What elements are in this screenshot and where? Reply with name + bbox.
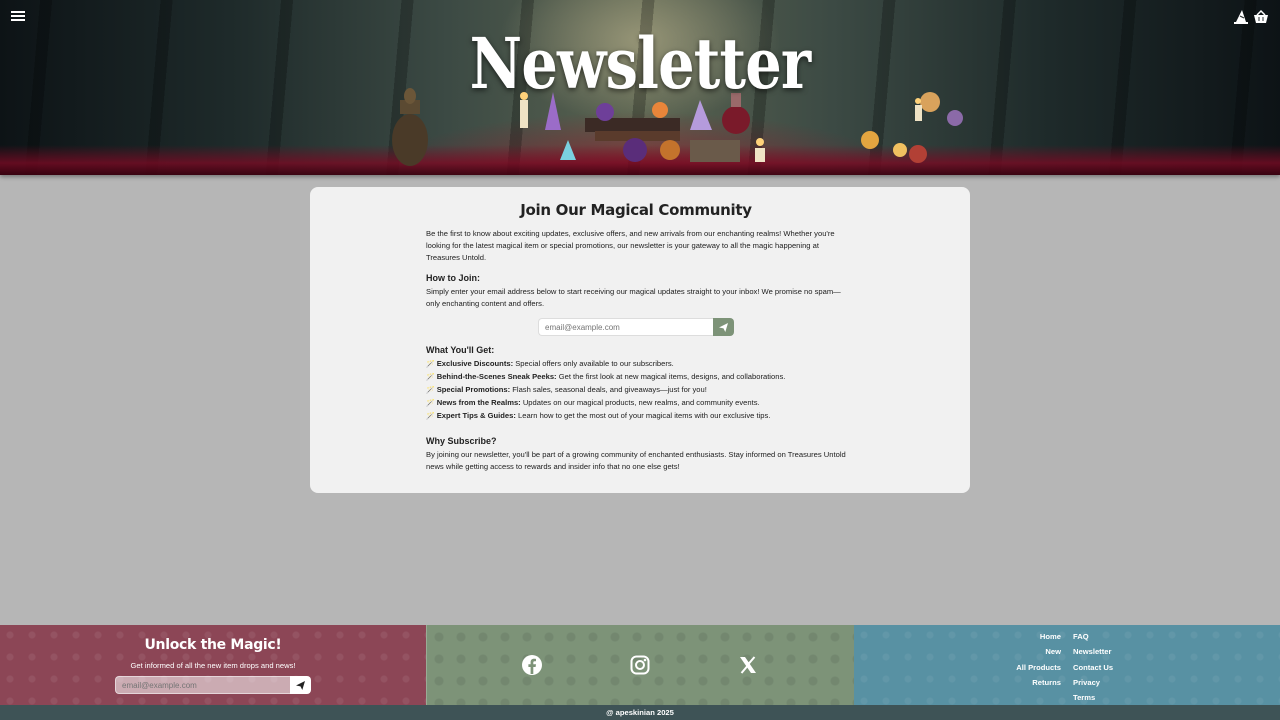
footer-link-faq[interactable]: FAQ	[1073, 629, 1113, 644]
menu-button[interactable]	[10, 9, 26, 25]
benefit-item: 🪄 Special Promotions: Flash sales, season…	[426, 384, 846, 397]
how-to-join-text: Simply enter your email address below to…	[426, 287, 841, 308]
footer-signup-subtitle: Get informed of all the new item drops a…	[130, 661, 296, 670]
email-input[interactable]	[538, 318, 713, 336]
footer-link-privacy[interactable]: Privacy	[1073, 675, 1113, 690]
benefit-item: 🪄 Behind-the-Scenes Sneak Peeks: Get the …	[426, 371, 846, 384]
wand-icon: 🪄	[426, 387, 435, 394]
instagram-link[interactable]	[629, 654, 651, 676]
subscribe-button[interactable]	[713, 318, 734, 336]
account-button[interactable]	[1233, 9, 1249, 25]
copyright-bar: @ apeskinian 2025	[0, 705, 1280, 720]
wand-icon: 🪄	[426, 361, 435, 368]
footer-link-all-products[interactable]: All Products	[1016, 660, 1061, 675]
newsletter-signup-form	[426, 318, 846, 336]
benefit-title: Special Promotions:	[436, 385, 511, 394]
page-title: Newsletter	[469, 22, 811, 105]
intro-text: Be the first to know about exciting upda…	[426, 229, 835, 262]
what-you-get-heading: What You'll Get:	[426, 345, 495, 355]
benefit-item: 🪄 News from the Realms: Updates on our ma…	[426, 397, 846, 410]
footer-social-section	[426, 625, 854, 705]
benefit-item: 🪄 Exclusive Discounts: Special offers onl…	[426, 358, 846, 371]
benefit-list: 🪄 Exclusive Discounts: Special offers onl…	[426, 358, 846, 423]
facebook-icon	[522, 655, 542, 675]
newsletter-content: Join Our Magical Community Be the first …	[426, 187, 846, 473]
x-link[interactable]	[737, 654, 759, 676]
benefit-text: Learn how to get the most out of your ma…	[515, 411, 771, 420]
footer-links-right: FAQ Newsletter Contact Us Privacy Terms	[1073, 629, 1113, 705]
benefit-title: News from the Realms:	[436, 398, 521, 407]
footer-links-left: Home New All Products Returns	[1016, 629, 1061, 690]
how-to-join-heading: How to Join:	[426, 273, 480, 283]
basket-icon	[1254, 9, 1268, 23]
instagram-icon	[630, 655, 650, 675]
send-icon	[719, 322, 728, 332]
why-subscribe-heading: Why Subscribe?	[426, 436, 497, 446]
footer-signup-title: Unlock the Magic!	[144, 637, 282, 653]
newsletter-card: Join Our Magical Community Be the first …	[310, 187, 970, 493]
benefit-text: Updates on our magical products, new rea…	[520, 398, 760, 407]
wand-icon: 🪄	[426, 400, 435, 407]
why-subscribe-text: By joining our newsletter, you'll be par…	[426, 450, 846, 471]
wand-icon: 🪄	[426, 374, 435, 381]
footer-link-newsletter[interactable]: Newsletter	[1073, 644, 1113, 659]
footer-email-input[interactable]	[115, 676, 290, 694]
footer-link-contact-us[interactable]: Contact Us	[1073, 660, 1113, 675]
benefit-title: Behind-the-Scenes Sneak Peeks:	[436, 372, 557, 381]
footer-signup-section: Unlock the Magic! Get informed of all th…	[0, 625, 426, 705]
footer-link-home[interactable]: Home	[1016, 629, 1061, 644]
cart-button[interactable]	[1253, 9, 1269, 25]
send-icon	[296, 680, 305, 690]
benefit-text: Get the first look at new magical items,…	[556, 372, 786, 381]
card-title: Join Our Magical Community	[520, 201, 752, 219]
footer-link-returns[interactable]: Returns	[1016, 675, 1061, 690]
wand-icon: 🪄	[426, 413, 435, 420]
menu-icon	[10, 11, 26, 21]
benefit-text: Special offers only available to our sub…	[513, 359, 674, 368]
footer-link-new[interactable]: New	[1016, 644, 1061, 659]
benefit-title: Exclusive Discounts:	[436, 359, 514, 368]
footer-signup-form	[115, 676, 311, 694]
footer: Unlock the Magic! Get informed of all th…	[0, 625, 1280, 705]
benefit-item: 🪄 Expert Tips & Guides: Learn how to get …	[426, 410, 846, 423]
x-icon	[740, 656, 756, 674]
footer-links-section: Home New All Products Returns FAQ Newsle…	[854, 625, 1280, 705]
benefit-text: Flash sales, seasonal deals, and giveawa…	[510, 385, 707, 394]
footer-subscribe-button[interactable]	[290, 676, 311, 694]
wizard-hat-icon	[1234, 10, 1248, 24]
hero-banner: Newsletter	[0, 0, 1280, 175]
footer-link-terms[interactable]: Terms	[1073, 690, 1113, 705]
benefit-title: Expert Tips & Guides:	[436, 411, 516, 420]
facebook-link[interactable]	[521, 654, 543, 676]
